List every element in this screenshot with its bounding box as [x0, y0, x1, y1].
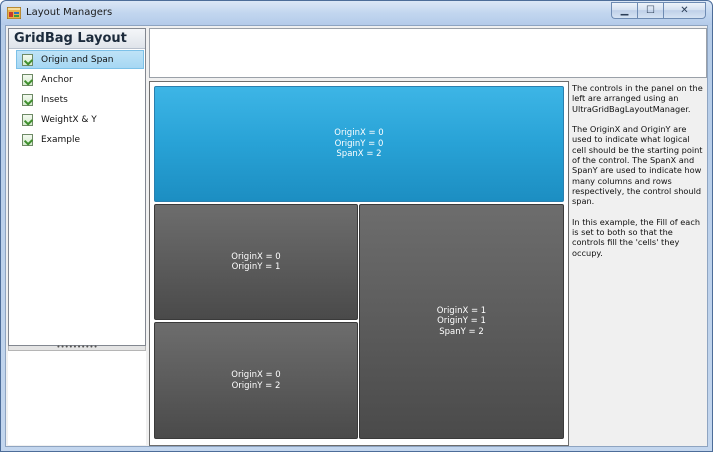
checkmark-doc-icon	[22, 134, 33, 146]
description-paragraph: In this example, the Fill of each is set…	[572, 216, 701, 258]
title-bar[interactable]: Layout Managers ▁ ☐ ✕	[1, 1, 712, 25]
splitter-grip-icon: ••••••••••	[56, 343, 98, 351]
demo-cell-origin-0-2: OriginX = 0 OriginY = 2	[154, 322, 358, 439]
sidebar-item-example[interactable]: Example	[16, 130, 144, 149]
sidebar-panel: GridBag Layout Origin and Span Anchor In…	[8, 28, 146, 346]
checkmark-doc-icon	[22, 94, 33, 106]
sidebar-bottom-area	[8, 351, 146, 445]
demo-cell-origin-0-1: OriginX = 0 OriginY = 1	[154, 204, 358, 320]
description-panel: The controls in the panel on the left ar…	[572, 81, 707, 446]
sidebar-item-insets[interactable]: Insets	[16, 90, 144, 109]
caption-buttons: ▁ ☐ ✕	[611, 2, 706, 19]
description-paragraph: The OriginX and OriginY are used to indi…	[572, 124, 703, 207]
sidebar-item-label: Insets	[41, 95, 68, 105]
sidebar-item-label: Anchor	[41, 75, 73, 85]
sidebar-item-label: WeightX & Y	[41, 115, 97, 125]
minimize-button[interactable]: ▁	[611, 2, 637, 19]
checkmark-doc-icon	[22, 114, 33, 126]
sidebar-item-anchor[interactable]: Anchor	[16, 70, 144, 89]
demo-cell-origin-0-0: OriginX = 0 OriginY = 0 SpanX = 2	[154, 86, 564, 202]
client-area: GridBag Layout Origin and Span Anchor In…	[5, 25, 708, 447]
minimize-icon: ▁	[620, 4, 629, 16]
demo-cell-origin-1-1: OriginX = 1 OriginY = 1 SpanY = 2	[359, 204, 564, 439]
close-icon: ✕	[680, 4, 689, 16]
sidebar-list: Origin and Span Anchor Insets WeightX & …	[9, 50, 145, 150]
sidebar-item-weightx-y[interactable]: WeightX & Y	[16, 110, 144, 129]
sidebar-item-origin-and-span[interactable]: Origin and Span	[16, 50, 144, 69]
app-window: Layout Managers ▁ ☐ ✕ GridBag Layout Ori…	[0, 0, 713, 452]
maximize-icon: ☐	[646, 4, 655, 16]
cell-label: OriginX = 0 OriginY = 0 SpanX = 2	[334, 128, 384, 160]
cell-label: OriginX = 1 OriginY = 1 SpanY = 2	[436, 305, 487, 337]
window-title: Layout Managers	[26, 7, 113, 18]
top-header-panel	[149, 28, 707, 78]
cell-label: OriginX = 0 OriginY = 1	[231, 251, 281, 273]
cell-label: OriginX = 0 OriginY = 2	[231, 370, 281, 391]
close-button[interactable]: ✕	[663, 2, 706, 19]
sidebar-item-label: Example	[41, 135, 81, 145]
maximize-button[interactable]: ☐	[637, 2, 663, 19]
description-paragraph: The controls in the panel on the left ar…	[572, 83, 703, 114]
gridbag-demo-panel: OriginX = 0 OriginY = 0 SpanX = 2 Origin…	[149, 81, 569, 446]
sidebar-group-header: GridBag Layout	[9, 29, 145, 49]
checkmark-doc-icon	[22, 54, 33, 66]
sidebar-item-label: Origin and Span	[41, 55, 114, 65]
checkmark-doc-icon	[22, 74, 33, 86]
app-icon	[7, 7, 21, 19]
